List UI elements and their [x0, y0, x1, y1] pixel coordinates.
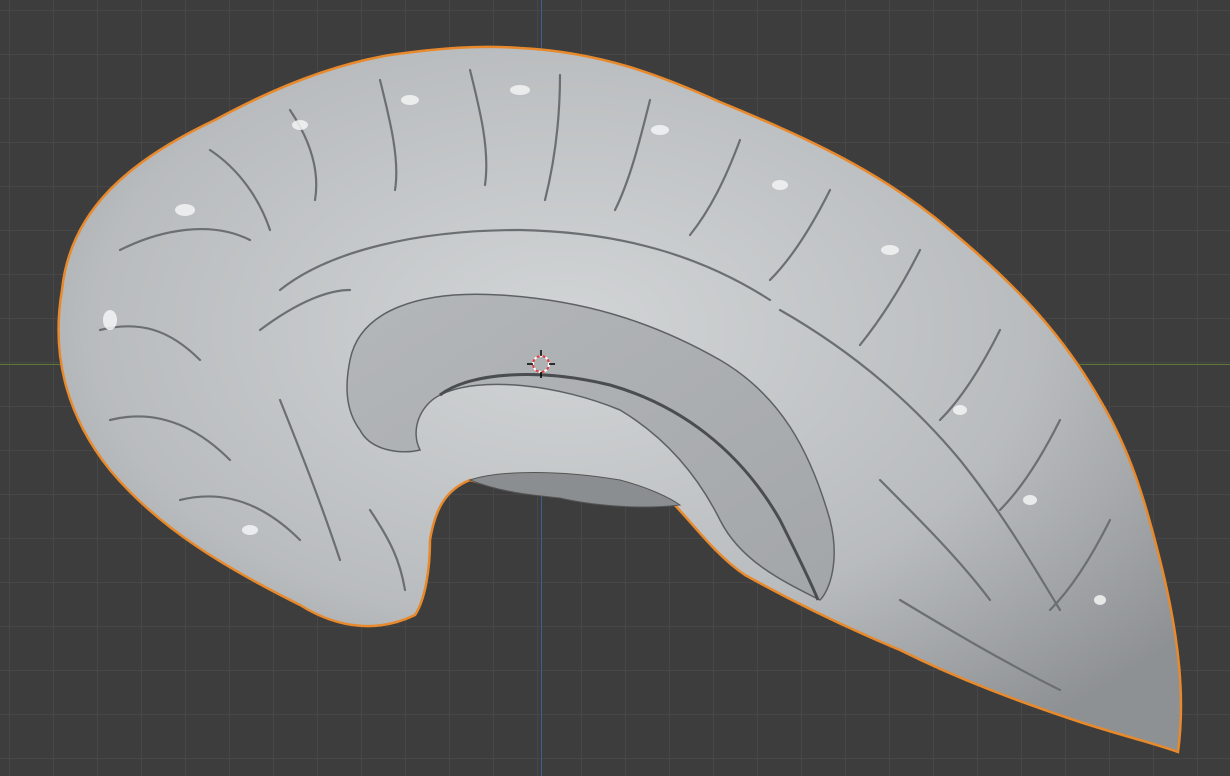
brain-mesh-object[interactable] — [0, 0, 1230, 776]
3d-cursor-icon[interactable] — [527, 350, 555, 378]
3d-viewport[interactable] — [0, 0, 1230, 776]
